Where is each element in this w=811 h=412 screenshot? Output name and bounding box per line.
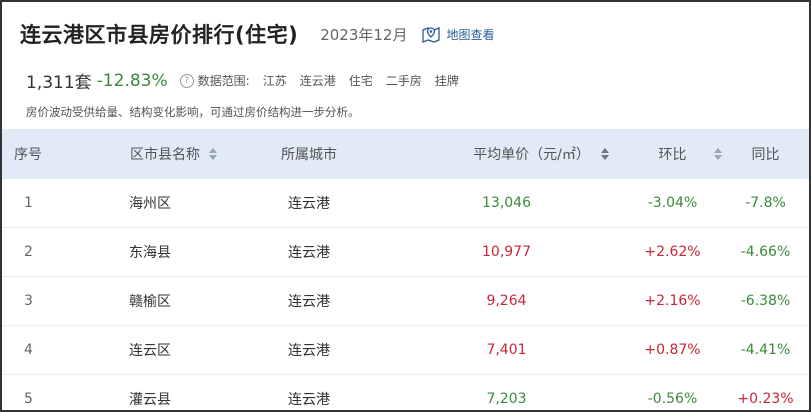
row-mom: -0.56% — [647, 391, 698, 407]
sort-price-icon[interactable] — [601, 148, 609, 160]
scope-label: 数据范围: — [197, 74, 250, 88]
row-district: 东海县 — [129, 245, 171, 261]
row-yoy: +0.23% — [737, 391, 794, 407]
page-title: 连云港区市县房价排行(住宅) — [20, 23, 299, 47]
sort-mom-icon[interactable] — [714, 148, 722, 160]
map-pin-icon — [421, 24, 441, 44]
price-change: -12.83% — [96, 70, 168, 91]
table-header: 序号 区市县名称 所属城市 平均单价（元/㎡） 环比 同比 — [2, 129, 809, 179]
row-district: 灌云县 — [129, 392, 171, 408]
header: 连云港区市县房价排行(住宅) 2023年12月 地图查看 — [20, 16, 809, 52]
row-price: 7,203 — [486, 391, 527, 407]
report-date: 2023年12月 — [320, 25, 408, 44]
map-view-label: 地图查看 — [446, 27, 495, 42]
row-price: 9,264 — [486, 293, 527, 309]
map-view-link[interactable]: 地图查看 — [421, 24, 494, 44]
summary-bar: 1,311套 -12.83% ? 数据范围: 江苏 连云港 住宅 二手房 挂牌 — [26, 68, 459, 94]
header-district[interactable]: 区市县名称 — [72, 129, 228, 179]
row-city: 连云港 — [288, 392, 330, 408]
table-row[interactable]: 3 赣榆区 连云港 9,264 +2.16% -6.38% — [2, 277, 809, 326]
scope-type: 住宅 — [348, 74, 373, 88]
table-row[interactable]: 2 东海县 连云港 10,977 +2.62% -4.66% — [2, 228, 809, 277]
row-rank: 5 — [24, 391, 33, 407]
row-mom: +0.87% — [644, 342, 701, 358]
row-mom: +2.62% — [644, 244, 701, 260]
header-yoy: 同比 — [751, 147, 780, 163]
scope-city: 连云港 — [299, 74, 336, 88]
row-mom: +2.16% — [644, 293, 701, 309]
row-city: 连云港 — [288, 294, 330, 310]
scope-province: 江苏 — [262, 74, 287, 88]
row-city: 连云港 — [288, 343, 330, 359]
row-city: 连云港 — [288, 245, 330, 261]
table-row[interactable]: 4 连云区 连云港 7,401 +0.87% -4.41% — [2, 326, 809, 375]
header-price[interactable]: 平均单价（元/㎡） — [390, 129, 623, 179]
row-city: 连云港 — [288, 196, 330, 212]
scope-market: 二手房 — [385, 74, 422, 88]
row-price: 7,401 — [486, 342, 527, 358]
row-rank: 1 — [24, 195, 33, 211]
scope-source: 挂牌 — [434, 74, 459, 88]
ranking-panel: 连云港区市县房价排行(住宅) 2023年12月 地图查看 1,311套 -12.… — [0, 0, 811, 412]
row-yoy: -4.66% — [740, 244, 791, 260]
listing-count: 1,311套 — [26, 73, 92, 93]
row-price: 13,046 — [482, 195, 531, 211]
row-district: 海州区 — [129, 196, 171, 212]
row-rank: 4 — [24, 342, 33, 358]
row-district: 赣榆区 — [129, 294, 171, 310]
row-district: 连云区 — [129, 343, 171, 359]
row-yoy: -7.8% — [745, 195, 786, 211]
row-yoy: -4.41% — [740, 342, 791, 358]
row-rank: 3 — [24, 293, 33, 309]
table-row[interactable]: 5 灌云县 连云港 7,203 -0.56% +0.23% — [2, 375, 809, 410]
row-rank: 2 — [24, 244, 33, 260]
row-price: 10,977 — [482, 244, 531, 260]
question-icon[interactable]: ? — [179, 73, 194, 88]
sort-district-icon[interactable] — [209, 148, 217, 160]
row-yoy: -6.38% — [740, 293, 791, 309]
ranking-table: 序号 区市县名称 所属城市 平均单价（元/㎡） 环比 同比 1 海州区 连云港 … — [2, 129, 809, 410]
row-mom: -3.04% — [647, 195, 698, 211]
header-mom[interactable]: 环比 — [623, 129, 722, 179]
info-note: 房价波动受供给量、结构变化影响，可通过房价结构进一步分析。 — [26, 105, 360, 119]
header-rank: 序号 — [14, 147, 42, 163]
header-city: 所属城市 — [281, 147, 337, 163]
table-row[interactable]: 1 海州区 连云港 13,046 -3.04% -7.8% — [2, 179, 809, 228]
